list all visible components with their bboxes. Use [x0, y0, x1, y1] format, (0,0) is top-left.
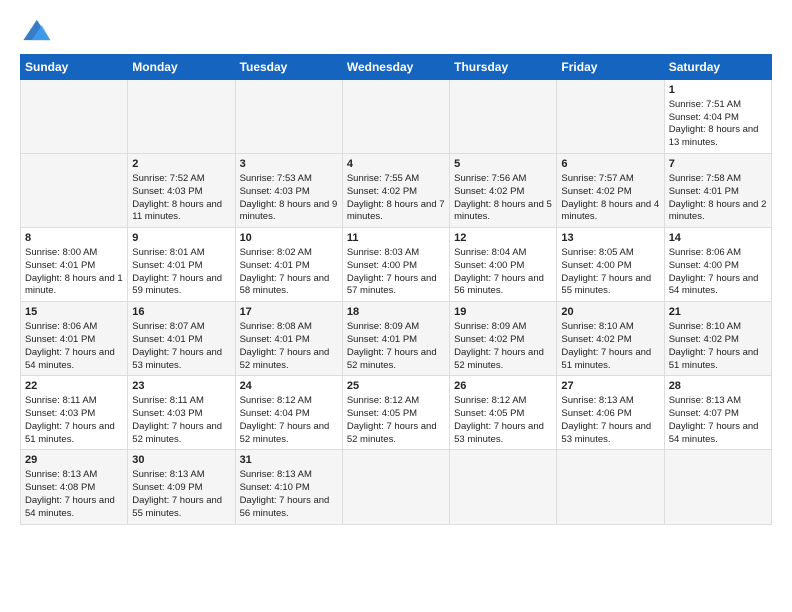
calendar-cell: 26Sunrise: 8:12 AMSunset: 4:05 PMDayligh…: [450, 376, 557, 450]
calendar-row: 29Sunrise: 8:13 AMSunset: 4:08 PMDayligh…: [21, 450, 772, 524]
calendar-cell: 21Sunrise: 8:10 AMSunset: 4:02 PMDayligh…: [664, 302, 771, 376]
empty-cell: [235, 80, 342, 154]
calendar-cell: 4Sunrise: 7:55 AMSunset: 4:02 PMDaylight…: [342, 154, 449, 228]
calendar-cell: 8Sunrise: 8:00 AMSunset: 4:01 PMDaylight…: [21, 228, 128, 302]
empty-cell: [557, 80, 664, 154]
empty-cell: [450, 450, 557, 524]
calendar-cell: 24Sunrise: 8:12 AMSunset: 4:04 PMDayligh…: [235, 376, 342, 450]
calendar-cell: 25Sunrise: 8:12 AMSunset: 4:05 PMDayligh…: [342, 376, 449, 450]
calendar-cell: 28Sunrise: 8:13 AMSunset: 4:07 PMDayligh…: [664, 376, 771, 450]
weekday-header: Sunday: [21, 55, 128, 80]
calendar-cell: 5Sunrise: 7:56 AMSunset: 4:02 PMDaylight…: [450, 154, 557, 228]
calendar-cell: 23Sunrise: 8:11 AMSunset: 4:03 PMDayligh…: [128, 376, 235, 450]
calendar-row: 2Sunrise: 7:52 AMSunset: 4:03 PMDaylight…: [21, 154, 772, 228]
calendar-cell: 15Sunrise: 8:06 AMSunset: 4:01 PMDayligh…: [21, 302, 128, 376]
calendar-cell: 3Sunrise: 7:53 AMSunset: 4:03 PMDaylight…: [235, 154, 342, 228]
weekday-header: Saturday: [664, 55, 771, 80]
weekday-header: Thursday: [450, 55, 557, 80]
empty-cell: [342, 450, 449, 524]
logo: [20, 16, 56, 44]
header-row: SundayMondayTuesdayWednesdayThursdayFrid…: [21, 55, 772, 80]
calendar-row: 15Sunrise: 8:06 AMSunset: 4:01 PMDayligh…: [21, 302, 772, 376]
calendar-row: 22Sunrise: 8:11 AMSunset: 4:03 PMDayligh…: [21, 376, 772, 450]
calendar-cell: 12Sunrise: 8:04 AMSunset: 4:00 PMDayligh…: [450, 228, 557, 302]
calendar-cell: 6Sunrise: 7:57 AMSunset: 4:02 PMDaylight…: [557, 154, 664, 228]
empty-cell: [664, 450, 771, 524]
empty-cell: [128, 80, 235, 154]
empty-cell: [342, 80, 449, 154]
calendar-cell: 17Sunrise: 8:08 AMSunset: 4:01 PMDayligh…: [235, 302, 342, 376]
calendar-table: SundayMondayTuesdayWednesdayThursdayFrid…: [20, 54, 772, 525]
calendar-cell: 16Sunrise: 8:07 AMSunset: 4:01 PMDayligh…: [128, 302, 235, 376]
empty-cell: [21, 80, 128, 154]
weekday-header: Wednesday: [342, 55, 449, 80]
calendar-cell: 10Sunrise: 8:02 AMSunset: 4:01 PMDayligh…: [235, 228, 342, 302]
page: SundayMondayTuesdayWednesdayThursdayFrid…: [0, 0, 792, 612]
calendar-cell: 20Sunrise: 8:10 AMSunset: 4:02 PMDayligh…: [557, 302, 664, 376]
empty-cell: [557, 450, 664, 524]
calendar-row: 8Sunrise: 8:00 AMSunset: 4:01 PMDaylight…: [21, 228, 772, 302]
calendar-cell: 13Sunrise: 8:05 AMSunset: 4:00 PMDayligh…: [557, 228, 664, 302]
calendar-cell: 22Sunrise: 8:11 AMSunset: 4:03 PMDayligh…: [21, 376, 128, 450]
weekday-header: Friday: [557, 55, 664, 80]
weekday-header: Tuesday: [235, 55, 342, 80]
calendar-cell: 27Sunrise: 8:13 AMSunset: 4:06 PMDayligh…: [557, 376, 664, 450]
empty-cell: [21, 154, 128, 228]
calendar-cell: 18Sunrise: 8:09 AMSunset: 4:01 PMDayligh…: [342, 302, 449, 376]
logo-icon: [20, 16, 52, 44]
empty-cell: [450, 80, 557, 154]
calendar-cell: 11Sunrise: 8:03 AMSunset: 4:00 PMDayligh…: [342, 228, 449, 302]
calendar-cell: 31Sunrise: 8:13 AMSunset: 4:10 PMDayligh…: [235, 450, 342, 524]
calendar-cell: 1Sunrise: 7:51 AMSunset: 4:04 PMDaylight…: [664, 80, 771, 154]
calendar-row: 1Sunrise: 7:51 AMSunset: 4:04 PMDaylight…: [21, 80, 772, 154]
calendar-cell: 30Sunrise: 8:13 AMSunset: 4:09 PMDayligh…: [128, 450, 235, 524]
header: [20, 16, 772, 44]
weekday-header: Monday: [128, 55, 235, 80]
calendar-cell: 14Sunrise: 8:06 AMSunset: 4:00 PMDayligh…: [664, 228, 771, 302]
calendar-cell: 9Sunrise: 8:01 AMSunset: 4:01 PMDaylight…: [128, 228, 235, 302]
calendar-cell: 2Sunrise: 7:52 AMSunset: 4:03 PMDaylight…: [128, 154, 235, 228]
calendar-cell: 19Sunrise: 8:09 AMSunset: 4:02 PMDayligh…: [450, 302, 557, 376]
calendar-cell: 29Sunrise: 8:13 AMSunset: 4:08 PMDayligh…: [21, 450, 128, 524]
calendar-cell: 7Sunrise: 7:58 AMSunset: 4:01 PMDaylight…: [664, 154, 771, 228]
